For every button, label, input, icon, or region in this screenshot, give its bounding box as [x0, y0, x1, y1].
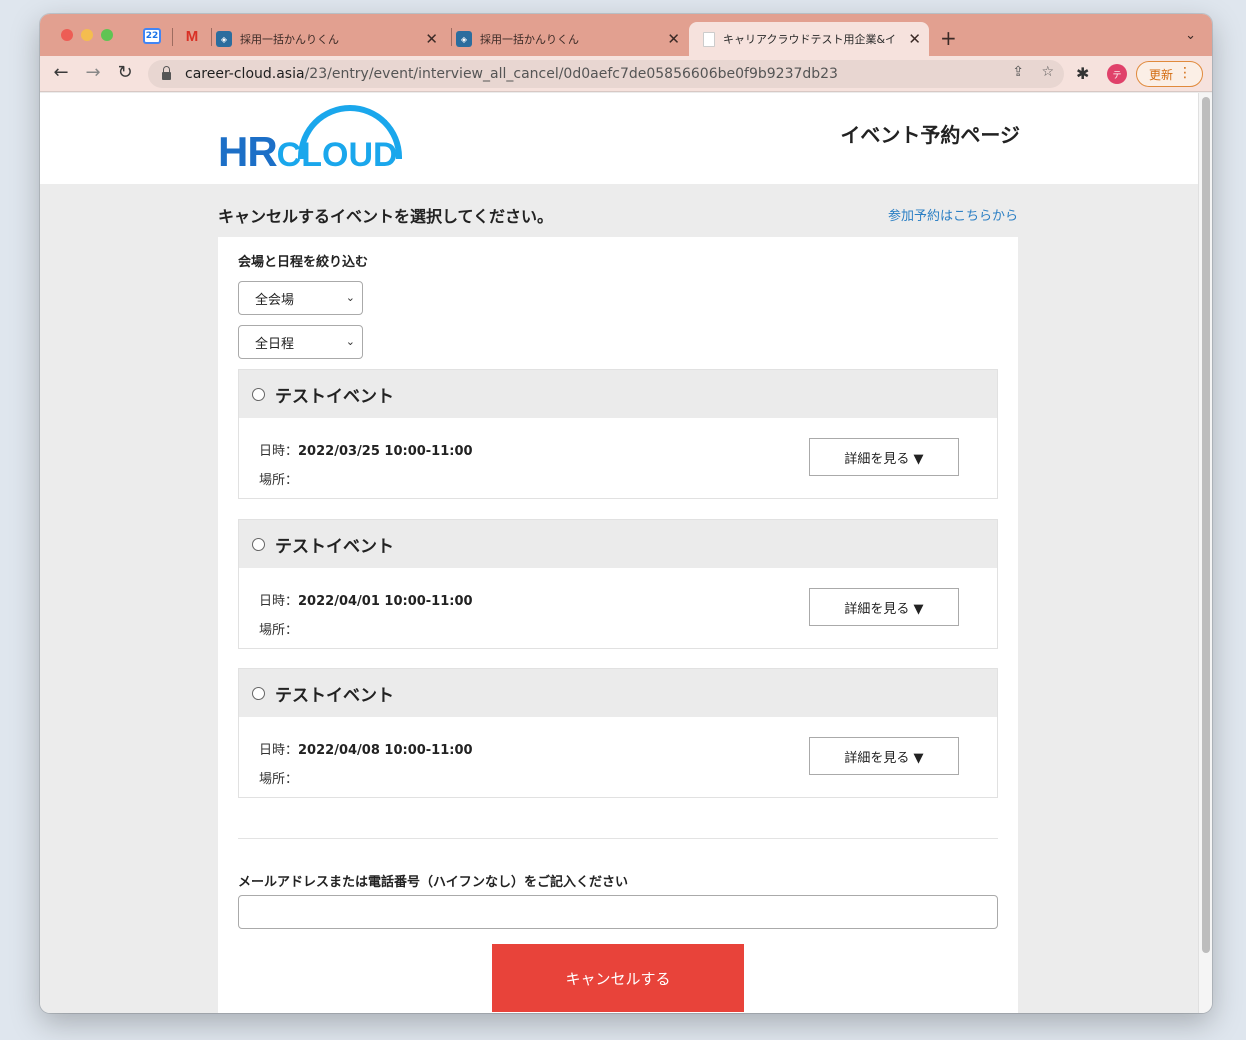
event-place: 場所：	[259, 473, 299, 488]
tab-1[interactable]: ◈ 採用一括かんりくん ✕	[216, 22, 446, 56]
update-button[interactable]: 更新 ⋮	[1136, 61, 1203, 87]
menu-dots-icon: ⋮	[1178, 65, 1192, 81]
tab-strip: 22 M ◈ 採用一括かんりくん ✕ ◈ 採用一括かんりくん ✕ キャリアクラウ…	[40, 14, 1212, 56]
update-label: 更新	[1149, 67, 1174, 82]
tab-3-active[interactable]: キャリアクラウドテスト用企業&イ ✕	[689, 22, 929, 56]
browser-toolbar: ← → ↻ career-cloud.asia/23/entry/event/i…	[40, 56, 1212, 92]
extensions-puzzle-icon[interactable]: ✱	[1076, 64, 1089, 83]
site-header: HRCLOUD イベント予約ページ	[40, 93, 1198, 184]
intro-row: キャンセルするイベントを選択してください。 参加予約はこちらから	[218, 203, 1018, 227]
event-item: テストイベント 日時：2022/04/08 10:00-11:00 場所： 詳細…	[238, 668, 998, 798]
event-header[interactable]: テストイベント	[239, 370, 997, 418]
divider	[238, 838, 998, 839]
event-item: テストイベント 日時：2022/03/25 10:00-11:00 場所： 詳細…	[238, 369, 998, 499]
address-bar[interactable]: career-cloud.asia/23/entry/event/intervi…	[148, 60, 1064, 88]
tab-separator	[172, 28, 173, 46]
close-icon[interactable]: ✕	[425, 30, 438, 48]
event-date-value: 2022/04/08 10:00-11:00	[298, 743, 473, 758]
event-name: テストイベント	[275, 536, 394, 557]
event-date-value: 2022/03/25 10:00-11:00	[298, 444, 473, 459]
instruction-text: キャンセルするイベントを選択してください。	[218, 207, 554, 226]
chevron-down-icon: ⌄	[345, 335, 355, 348]
event-date: 日時：2022/04/08 10:00-11:00	[259, 739, 473, 758]
logo-hr: HR	[218, 128, 278, 175]
close-icon[interactable]: ✕	[908, 30, 921, 48]
view-details-button[interactable]: 詳細を見る ▼	[809, 588, 959, 626]
date-select[interactable]: 全日程 ⌄	[238, 325, 363, 359]
scrollbar[interactable]	[1198, 93, 1212, 1013]
event-cancel-form: 会場と日程を絞り込む 全会場 ⌄ 全日程 ⌄ テストイベント 日時：2022/0…	[218, 237, 1018, 1013]
logo-cloud: CLOUD	[276, 136, 398, 174]
event-name: テストイベント	[275, 685, 394, 706]
logo-wordmark: HRCLOUD	[218, 131, 398, 173]
tab-title: 採用一括かんりくん	[480, 33, 579, 46]
close-icon[interactable]: ✕	[667, 30, 680, 48]
share-icon[interactable]: ⇪	[1012, 64, 1024, 80]
calendar-icon[interactable]: 22	[143, 28, 161, 44]
join-reservation-link[interactable]: 参加予約はこちらから	[888, 205, 1018, 224]
event-date: 日時：2022/03/25 10:00-11:00	[259, 440, 473, 459]
url-path: /23/entry/event/interview_all_cancel/0d0…	[304, 66, 838, 82]
tab-search-chevron-icon[interactable]: ⌄	[1185, 28, 1196, 43]
page-viewport: HRCLOUD イベント予約ページ キャンセルするイベントを選択してください。 …	[40, 93, 1198, 1013]
forward-arrow-icon[interactable]: →	[82, 62, 104, 83]
event-place: 場所：	[259, 623, 299, 638]
new-tab-icon[interactable]: +	[940, 26, 957, 50]
tab-separator	[451, 28, 452, 46]
chevron-down-icon: ⌄	[345, 291, 355, 304]
view-details-button[interactable]: 詳細を見る ▼	[809, 737, 959, 775]
view-details-button[interactable]: 詳細を見る ▼	[809, 438, 959, 476]
event-date-label: 日時：	[259, 743, 299, 758]
event-radio[interactable]	[252, 537, 265, 551]
document-icon	[703, 31, 715, 47]
page-title: イベント予約ページ	[840, 123, 1020, 147]
contact-input[interactable]	[238, 895, 998, 929]
event-date-value: 2022/04/01 10:00-11:00	[298, 594, 473, 609]
tab-title: キャリアクラウドテスト用企業&イ	[723, 33, 897, 46]
cancel-button[interactable]: キャンセルする	[492, 944, 744, 1012]
minimize-window-button[interactable]	[81, 29, 93, 41]
event-header[interactable]: テストイベント	[239, 520, 997, 568]
event-place: 場所：	[259, 772, 299, 787]
scrollbar-thumb[interactable]	[1202, 97, 1210, 953]
event-radio[interactable]	[252, 686, 265, 700]
event-radio[interactable]	[252, 387, 265, 401]
venue-select[interactable]: 全会場 ⌄	[238, 281, 363, 315]
url-host: career-cloud.asia	[185, 66, 305, 82]
tab-title: 採用一括かんりくん	[240, 33, 339, 46]
event-header[interactable]: テストイベント	[239, 669, 997, 717]
event-date: 日時：2022/04/01 10:00-11:00	[259, 590, 473, 609]
zoom-window-button[interactable]	[101, 29, 113, 41]
filter-label: 会場と日程を絞り込む	[238, 255, 369, 270]
hr-cloud-icon: ◈	[456, 31, 472, 47]
bookmark-star-icon[interactable]: ☆	[1041, 64, 1054, 80]
date-select-value: 全日程	[255, 336, 295, 352]
tab-2[interactable]: ◈ 採用一括かんりくん ✕	[456, 22, 688, 56]
lock-icon	[162, 66, 171, 80]
back-arrow-icon[interactable]: ←	[50, 62, 72, 83]
event-date-label: 日時：	[259, 594, 299, 609]
gmail-icon[interactable]: M	[183, 28, 201, 45]
reload-icon[interactable]: ↻	[114, 62, 136, 83]
tab-separator	[211, 28, 212, 46]
event-date-label: 日時：	[259, 444, 299, 459]
event-name: テストイベント	[275, 386, 394, 407]
venue-select-value: 全会場	[255, 292, 295, 308]
profile-avatar[interactable]: テ	[1107, 64, 1127, 84]
contact-label: メールアドレスまたは電話番号（ハイフンなし）をご記入ください	[238, 875, 629, 890]
browser-window: 22 M ◈ 採用一括かんりくん ✕ ◈ 採用一括かんりくん ✕ キャリアクラウ…	[40, 14, 1212, 1013]
close-window-button[interactable]	[61, 29, 73, 41]
event-item: テストイベント 日時：2022/04/01 10:00-11:00 場所： 詳細…	[238, 519, 998, 649]
hr-cloud-logo[interactable]: HRCLOUD	[218, 103, 428, 173]
hr-cloud-icon: ◈	[216, 31, 232, 47]
